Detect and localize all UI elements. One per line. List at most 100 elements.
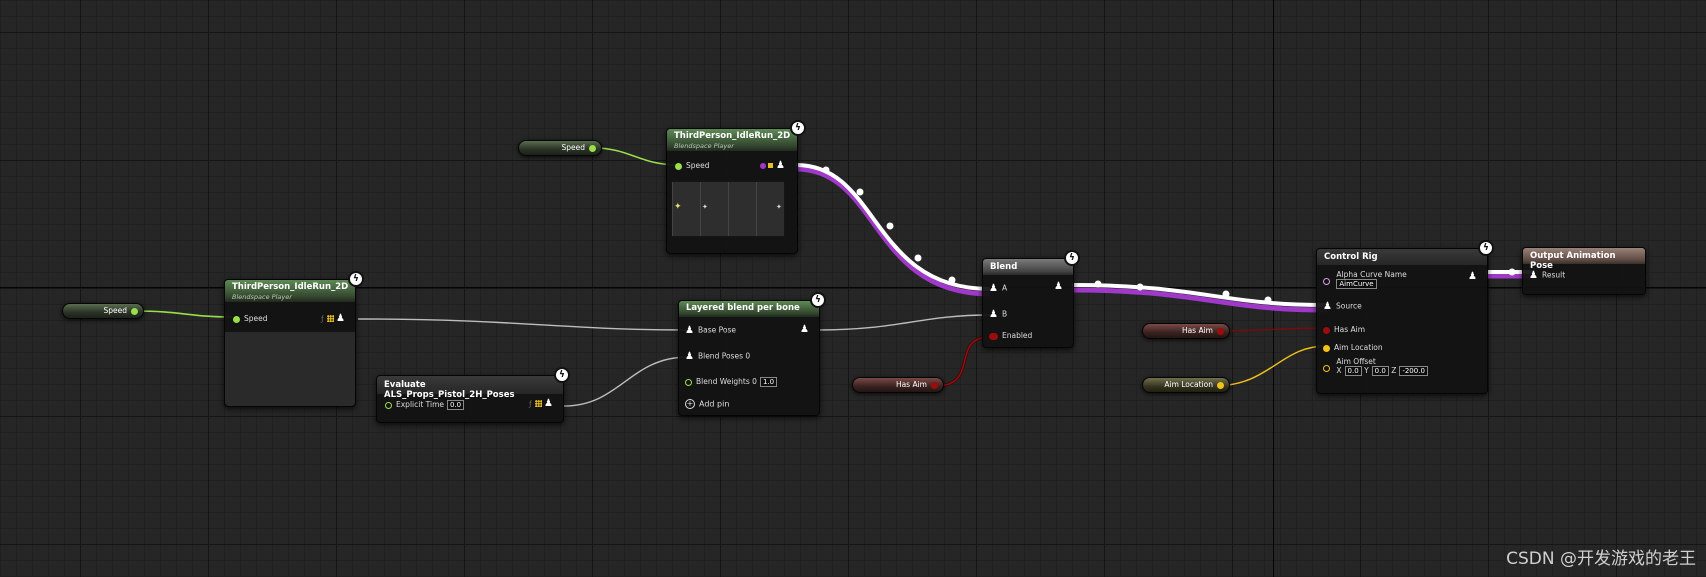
layered-blend-node[interactable]: Layered blend per bone ♟ Base Pose ♟ ♟ Ble… [678,300,820,416]
output-pose-node-title: Output Animation Pose [1530,251,1616,271]
speed-variable-left-label: Speed [103,306,127,315]
float-input-pin[interactable] [685,378,692,386]
float-input-pin[interactable] [675,162,682,170]
speed-variable-left[interactable]: Speed [62,303,144,319]
aim-offset-label: Aim Offset [1336,357,1376,366]
sample-point-icon: ✦ [674,202,682,212]
speed-output-pin[interactable] [589,145,596,152]
output-pose-node[interactable]: Output Animation Pose ♟ Result [1522,247,1646,295]
yellow-square-icon [768,163,774,168]
aim-offset-z[interactable]: -200.0 [1399,366,1428,376]
blend-pose-output[interactable]: ♟ [1054,281,1067,292]
mannequin-icon[interactable]: ♟ [800,324,809,335]
aim-location-variable[interactable]: Aim Location [1142,377,1230,393]
alpha-curve-name-value[interactable]: AimCurve [1336,279,1377,289]
wire-pose-left-to-layered[interactable] [357,318,689,331]
wire-top-to-blend-glow [795,166,991,297]
wire-speed-left[interactable] [135,310,233,318]
wire-evaluate-to-layered[interactable] [563,356,689,407]
blend-node[interactable]: Blend ♟ A ♟ ♟ B Enabled [982,258,1074,348]
blendspace-node-left-title: ThirdPerson_IdleRun_2D [232,282,349,292]
blendspace-preview-graph[interactable]: ✦ ✦ ✦ [671,181,785,237]
vector-input-pin[interactable] [1323,365,1330,372]
blendspace-node-left-header[interactable]: ThirdPerson_IdleRun_2D Blendspace Player [225,280,355,302]
blend-weights-value[interactable]: 1.0 [759,377,778,387]
has-aim-variable-mid[interactable]: Has Aim [852,377,944,393]
mannequin-icon[interactable]: ♟ [685,351,694,362]
blend-weights-pin[interactable]: Blend Weights 0 1.0 [685,377,778,387]
speed-pin-label: Speed [244,314,268,323]
wire-aimloc-to-rig[interactable] [1213,345,1327,387]
evaluate-node-title: Evaluate ALS_Props_Pistol_2H_Poses [384,380,515,400]
blend-pin-a[interactable]: ♟ A [989,283,1007,294]
layered-blend-node-title: Layered blend per bone [686,303,800,313]
lightning-icon: ϟ [810,292,826,308]
blendspace-top-speed-pin[interactable]: Speed [675,161,710,170]
add-pin-button[interactable]: + Add pin [685,399,729,409]
blendspace-node-left[interactable]: ThirdPerson_IdleRun_2D Blendspace Player… [224,279,356,407]
float-input-pin[interactable] [385,401,392,409]
explicit-time-value[interactable]: 0.0 [447,400,465,410]
mannequin-icon[interactable]: ♟ [1323,301,1332,312]
source-pin[interactable]: ♟ Source [1323,301,1362,312]
aim-offset-pin[interactable]: Aim Offset X 0.0 Y 0.0 Z -200.0 [1323,357,1428,376]
control-rig-node[interactable]: Control Rig Alpha Curve Name AimCurve ♟ … [1316,248,1488,394]
blendspace-left-speed-pin[interactable]: Speed [233,314,268,323]
evaluate-node[interactable]: Evaluate ALS_Props_Pistol_2H_Poses Expli… [376,375,564,423]
mannequin-icon[interactable]: ♟ [989,283,998,294]
mannequin-icon[interactable]: ♟ [1529,270,1538,281]
aim-offset-y[interactable]: 0.0 [1371,366,1389,376]
blend-node-header[interactable]: Blend [983,259,1073,275]
has-aim-variable-right[interactable]: Has Aim [1142,323,1230,339]
has-aim-label: Has Aim [1334,325,1366,334]
blend-poses-pin[interactable]: ♟ Blend Poses 0 [685,351,750,362]
blend-pin-b[interactable]: ♟ B [989,309,1007,320]
bool-input-pin[interactable] [1323,326,1330,334]
mannequin-icon[interactable]: ♟ [989,309,998,320]
layered-pose-output[interactable]: ♟ [800,324,813,335]
speed-output-pin[interactable] [131,308,138,315]
alpha-curve-name-label: Alpha Curve Name [1336,270,1407,279]
name-input-pin[interactable] [1323,278,1330,285]
output-pose-node-header[interactable]: Output Animation Pose [1523,248,1645,271]
blendspace-node-top-title: ThirdPerson_IdleRun_2D [674,131,791,141]
layered-blend-node-header[interactable]: Layered blend per bone [679,301,819,317]
explicit-time-pin[interactable]: Explicit Time 0.0 [385,400,465,410]
blendspace-top-pose-output[interactable]: ♟ [760,160,789,171]
base-pose-pin[interactable]: ♟ Base Pose [685,325,736,336]
vector-input-pin[interactable] [1323,344,1330,352]
mannequin-icon[interactable]: ♟ [1054,281,1063,292]
add-pin-label: Add pin [699,399,730,409]
alpha-curve-name-pin[interactable]: Alpha Curve Name AimCurve [1323,270,1407,289]
blend-enabled-pin[interactable]: Enabled [989,331,1032,340]
control-rig-node-header[interactable]: Control Rig [1317,249,1487,265]
result-pin[interactable]: ♟ Result [1529,270,1565,281]
blendspace-node-top[interactable]: ThirdPerson_IdleRun_2D Blendspace Player… [666,128,798,254]
mannequin-icon[interactable]: ♟ [685,325,694,336]
evaluate-node-header[interactable]: Evaluate ALS_Props_Pistol_2H_Poses [377,376,563,400]
vector-output-pin[interactable] [1217,382,1224,389]
mannequin-icon[interactable]: ♟ [336,313,345,324]
control-rig-pose-output[interactable]: ♟ [1468,271,1481,282]
aim-location-variable-label: Aim Location [1164,380,1213,389]
blendspace-node-top-header[interactable]: ThirdPerson_IdleRun_2D Blendspace Player [667,129,797,151]
wire-blend-to-rig[interactable] [1071,283,1327,307]
x-label: X [1336,366,1342,375]
bool-output-pin[interactable] [931,382,938,389]
wire-layered-to-blend-b[interactable] [817,314,991,331]
float-input-pin[interactable] [233,315,240,323]
enabled-label: Enabled [1002,331,1033,340]
plus-icon: + [685,399,695,409]
wire-hasaim-to-rig[interactable] [1213,327,1327,332]
aim-offset-x[interactable]: 0.0 [1344,366,1362,376]
bool-input-pin[interactable] [989,332,998,340]
blendspace-left-pose-output[interactable]: ƒ ♟ [321,313,349,324]
aim-location-pin[interactable]: Aim Location [1323,343,1383,352]
mannequin-icon[interactable]: ♟ [544,398,553,409]
bool-output-pin[interactable] [1217,328,1224,335]
mannequin-icon[interactable]: ♟ [1468,271,1477,282]
speed-variable-top[interactable]: Speed [518,140,602,156]
evaluate-pose-output[interactable]: ƒ ♟ [529,398,557,409]
has-aim-pin[interactable]: Has Aim [1323,325,1365,334]
mannequin-icon[interactable]: ♟ [776,160,785,171]
